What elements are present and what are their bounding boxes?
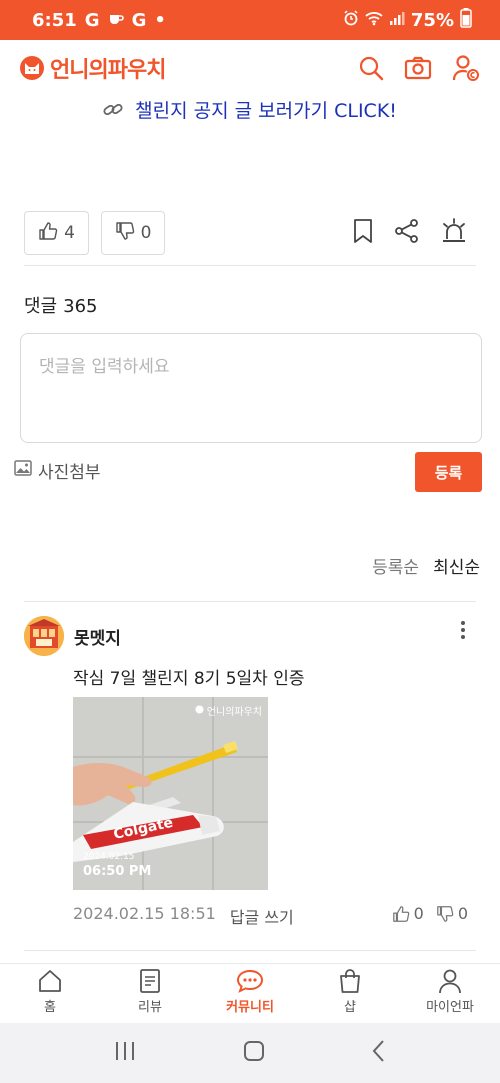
- like-button[interactable]: 4: [24, 211, 89, 255]
- alarm-icon: [343, 9, 359, 31]
- sort-by-registration[interactable]: 등록순: [372, 553, 419, 578]
- home-icon: [39, 970, 61, 992]
- submit-comment-button[interactable]: 등록: [415, 452, 482, 492]
- nav-community-label: 커뮤니티: [226, 1000, 274, 1015]
- logo-cat-icon: [20, 56, 44, 80]
- watermark-logo-icon: [195, 704, 204, 717]
- photo-watermark-text: 언니의파우치: [206, 707, 262, 718]
- profile-icon: [439, 969, 461, 994]
- recent-apps-icon[interactable]: [113, 1040, 137, 1066]
- comment-dislike-button[interactable]: 0: [436, 904, 468, 923]
- status-bar: 6:51 G G • 75%: [0, 0, 500, 40]
- photo-date-stamp: 2024.02.15: [83, 852, 135, 862]
- thumbs-up-icon: [392, 905, 409, 922]
- challenge-notice-link[interactable]: 챌린지 공지 글 보러가기 CLICK!: [0, 96, 500, 123]
- comment-meta: 2024.02.15 18:51 답글 쓰기: [73, 904, 294, 928]
- thumbs-down-icon: [436, 905, 454, 922]
- nav-home[interactable]: 홈: [0, 964, 100, 1023]
- dislike-button[interactable]: 0: [101, 211, 165, 255]
- report-siren-icon[interactable]: [440, 217, 468, 249]
- comment-text: 작심 7일 챌린지 8기 5일차 인증: [73, 669, 305, 689]
- like-count: 4: [64, 223, 75, 243]
- wifi-icon: [365, 10, 383, 31]
- app-header: 언니의파우치: [0, 40, 500, 96]
- comment-label: 댓글: [24, 296, 58, 317]
- image-icon: [14, 460, 32, 481]
- battery-icon: [460, 7, 472, 33]
- home-button-icon[interactable]: [242, 1039, 266, 1067]
- paperclip-icon: [103, 100, 131, 122]
- thumbs-up-icon: [38, 221, 58, 246]
- nav-shop[interactable]: 샵: [300, 964, 400, 1023]
- google-notification-icon: G: [131, 9, 147, 31]
- comment-count-heading: 댓글 365: [24, 292, 97, 318]
- avatar[interactable]: [24, 616, 64, 656]
- camera-icon[interactable]: [404, 55, 432, 81]
- app-logo[interactable]: 언니의파우치: [20, 52, 166, 84]
- comment-input[interactable]: 댓글을 입력하세요: [20, 333, 482, 443]
- photo-watermark: 언니의파우치: [195, 703, 262, 718]
- comment-like-button[interactable]: 0: [392, 904, 424, 923]
- divider: [24, 265, 476, 266]
- nav-home-label: 홈: [44, 1000, 56, 1015]
- divider: [24, 950, 476, 951]
- more-notifications-dot: •: [154, 9, 166, 31]
- attach-photo-button[interactable]: 사진첨부: [14, 458, 101, 483]
- nav-review[interactable]: 리뷰: [100, 964, 200, 1023]
- battery-level: 75%: [410, 9, 454, 31]
- nav-review-label: 리뷰: [138, 1000, 162, 1015]
- nav-community[interactable]: 커뮤니티: [200, 964, 300, 1023]
- divider: [24, 601, 476, 602]
- sort-by-latest[interactable]: 최신순: [433, 553, 480, 578]
- notice-link-text: 챌린지 공지 글 보러가기 CLICK!: [135, 100, 397, 122]
- shop-icon: [340, 969, 360, 993]
- search-icon[interactable]: [358, 55, 384, 81]
- review-icon: [140, 969, 160, 993]
- comment-dislike-count: 0: [457, 904, 468, 923]
- app-name: 언니의파우치: [50, 58, 166, 83]
- comment-count: 365: [63, 296, 98, 317]
- nav-profile-label: 마이언파: [426, 1000, 474, 1015]
- dislike-count: 0: [140, 223, 152, 243]
- google-notification-icon: G: [84, 9, 100, 31]
- status-time: 6:51: [32, 9, 77, 31]
- comment-photo[interactable]: Colgate 언니의파우치 2024.02.15 06:50 PM: [73, 697, 268, 890]
- share-icon[interactable]: [394, 218, 420, 248]
- photo-time-stamp: 06:50 PM: [83, 864, 152, 879]
- comment-input-placeholder: 댓글을 입력하세요: [39, 357, 170, 377]
- reply-button[interactable]: 답글 쓰기: [230, 904, 294, 928]
- signal-icon: [389, 10, 405, 31]
- comment-sort: 등록순 최신순: [372, 553, 480, 578]
- post-reaction-row: 4 0: [24, 210, 476, 256]
- user-settings-icon[interactable]: [452, 54, 480, 82]
- thumbs-down-icon: [115, 221, 135, 246]
- bookmark-icon[interactable]: [352, 218, 374, 248]
- comment-like-count: 0: [413, 904, 424, 923]
- system-nav-bar: [0, 1023, 500, 1083]
- comment-votes: 0 0: [392, 904, 468, 923]
- comment-timestamp: 2024.02.15 18:51: [73, 904, 216, 923]
- back-icon[interactable]: [371, 1039, 387, 1067]
- more-options-icon[interactable]: [460, 620, 466, 644]
- nav-shop-label: 샵: [344, 1000, 356, 1015]
- nav-profile[interactable]: 마이언파: [400, 964, 500, 1023]
- comment-author[interactable]: 못멧지: [74, 624, 121, 649]
- community-icon: [236, 969, 264, 993]
- coffee-notification-icon: [108, 10, 124, 31]
- bottom-nav: 홈 리뷰 커뮤니티 샵 마이언파: [0, 963, 500, 1023]
- attach-photo-label: 사진첨부: [38, 463, 101, 483]
